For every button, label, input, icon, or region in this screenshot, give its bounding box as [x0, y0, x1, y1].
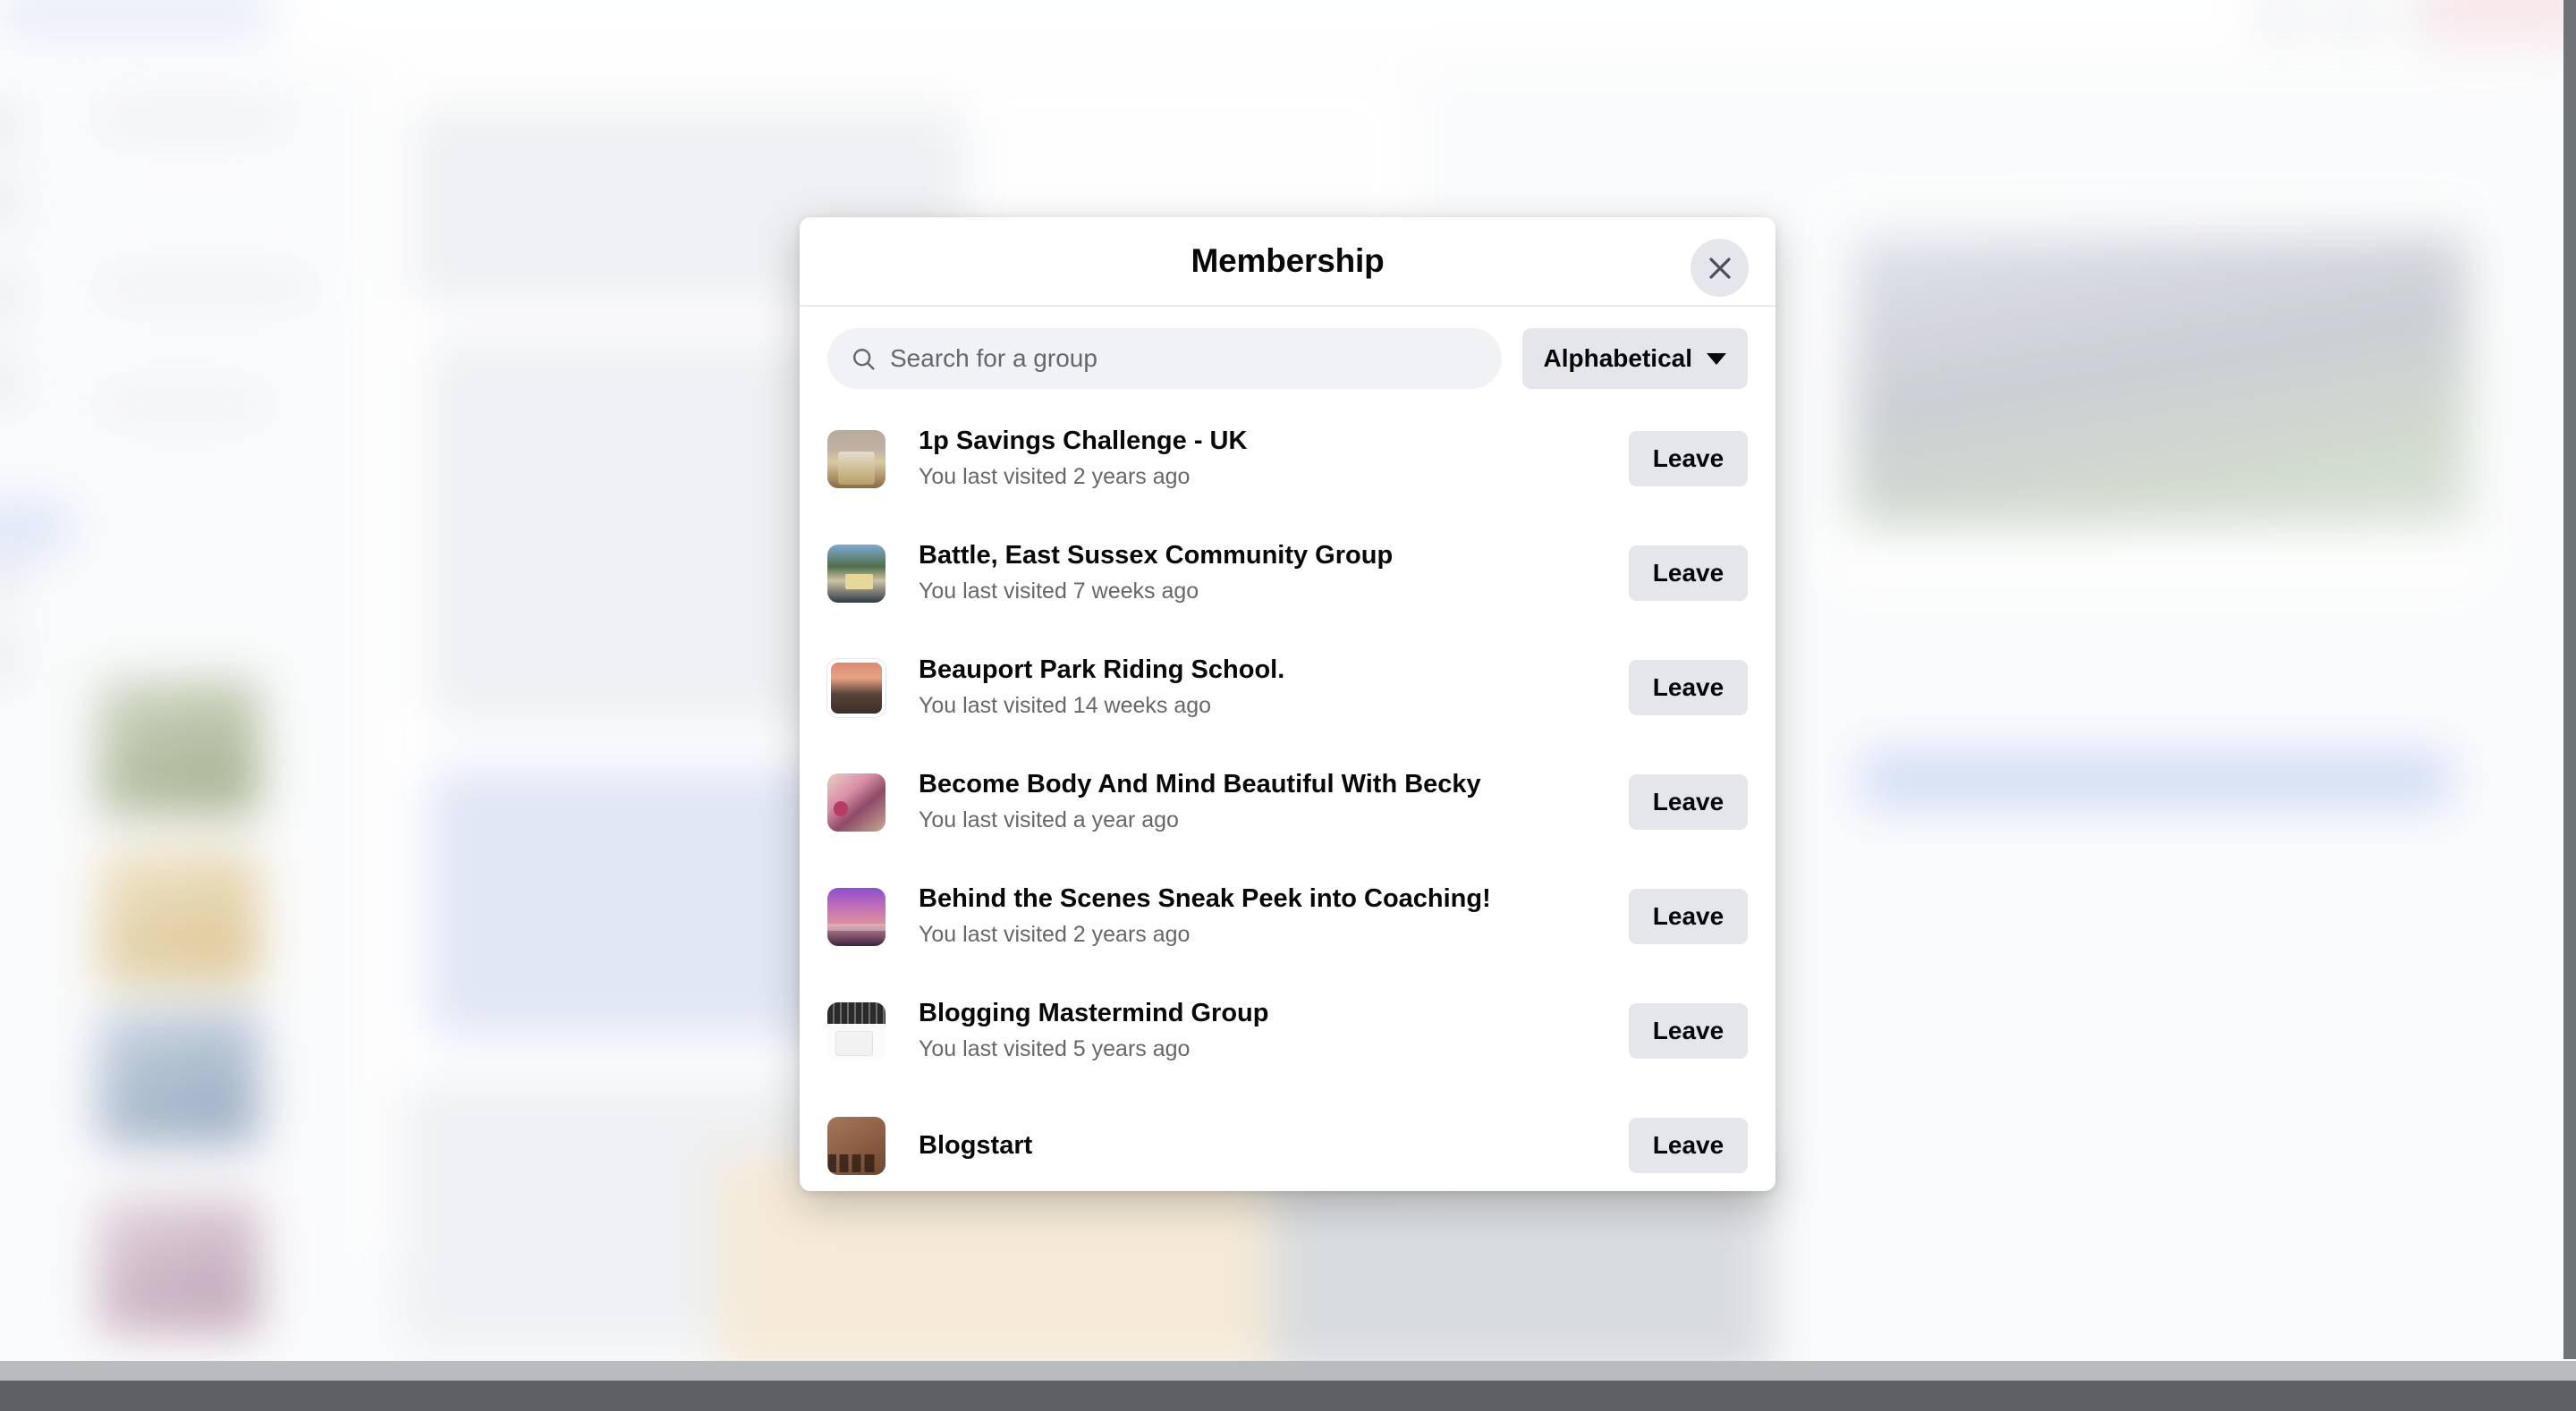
sort-dropdown-button[interactable]: Alphabetical [1521, 328, 1748, 389]
bg-text-line [98, 393, 268, 415]
group-name: Become Body And Mind Beautiful With Beck… [919, 770, 1481, 799]
window-right-edge [2563, 0, 2576, 1359]
group-thumbnail [827, 429, 886, 488]
group-name: Blogging Mastermind Group [919, 999, 1269, 1028]
group-name: Blogstart [919, 1130, 1033, 1160]
last-visited-text: You last visited 2 years ago [919, 922, 1191, 948]
bg-search-field [0, 0, 277, 39]
group-row[interactable]: Battle, East Sussex Community Group You l… [827, 516, 1748, 630]
leave-button[interactable]: Leave [1629, 1003, 1748, 1059]
group-row[interactable]: Beauport Park Riding School. You last vis… [827, 630, 1748, 745]
bg-thumbnail [98, 1010, 259, 1145]
window-bottom-chrome-light [0, 1361, 2576, 1381]
group-thumbnail [827, 658, 886, 717]
chevron-down-icon [1707, 352, 1726, 365]
page-title: Membership [1191, 242, 1385, 279]
last-visited-text: You last visited 2 years ago [919, 464, 1191, 490]
bg-sidebar-icon [0, 358, 21, 406]
bg-sidebar-icon [0, 635, 21, 683]
group-row-text: Battle, East Sussex Community Group You l… [919, 540, 1629, 605]
bg-right-card-image [1852, 232, 2469, 528]
membership-dialog: Membership Alphabetical 1p Savings Chall [800, 217, 1775, 1191]
window-bottom-chrome [0, 1381, 2576, 1411]
group-thumbnail [827, 773, 886, 832]
last-visited-text: You last visited 7 weeks ago [919, 579, 1199, 604]
leave-button[interactable]: Leave [1629, 889, 1748, 944]
dialog-toolbar: Alphabetical [800, 307, 1775, 401]
group-row-text: 1p Savings Challenge - UK You last visite… [919, 426, 1629, 491]
close-button[interactable] [1690, 239, 1749, 297]
bg-text-line [98, 107, 286, 131]
bg-thumbnail [98, 849, 259, 984]
group-row-text: Beauport Park Riding School. You last vis… [919, 655, 1629, 720]
bg-active-nav-item [0, 501, 72, 554]
group-row-text: Behind the Scenes Sneak Peek into Coachi… [919, 883, 1629, 949]
last-visited-text: You last visited 14 weeks ago [919, 693, 1212, 719]
group-row[interactable]: Blogstart Leave [827, 1088, 1748, 1191]
last-visited-text: You last visited 5 years ago [919, 1036, 1191, 1062]
bg-thumbnail [98, 680, 259, 814]
bg-sidebar-icon [0, 103, 21, 151]
group-name: Battle, East Sussex Community Group [919, 541, 1394, 570]
bg-thumbnail [98, 1198, 259, 1332]
search-input[interactable] [890, 344, 1479, 373]
bg-sidebar-icon [0, 554, 21, 603]
bg-text-line [98, 277, 313, 299]
dialog-header: Membership [800, 217, 1775, 307]
group-name: 1p Savings Challenge - UK [919, 427, 1248, 456]
bg-sidebar-icon [0, 179, 21, 227]
group-row-text: Blogstart [919, 1130, 1629, 1162]
leave-button[interactable]: Leave [1629, 431, 1748, 486]
group-thumbnail [827, 1116, 886, 1175]
group-row[interactable]: 1p Savings Challenge - UK You last visite… [827, 401, 1748, 516]
last-visited-text: You last visited a year ago [919, 807, 1179, 833]
group-list[interactable]: 1p Savings Challenge - UK You last visite… [800, 401, 1775, 1191]
leave-button[interactable]: Leave [1629, 545, 1748, 601]
group-name: Beauport Park Riding School. [919, 655, 1285, 685]
group-thumbnail [827, 1001, 886, 1060]
group-name: Behind the Scenes Sneak Peek into Coachi… [919, 884, 1491, 914]
sort-dropdown-label: Alphabetical [1543, 344, 1692, 372]
search-box[interactable] [827, 328, 1502, 389]
group-row-text: Become Body And Mind Beautiful With Beck… [919, 769, 1629, 834]
leave-button[interactable]: Leave [1629, 1118, 1748, 1173]
close-icon [1707, 255, 1733, 282]
group-thumbnail [827, 544, 886, 603]
group-row[interactable]: Behind the Scenes Sneak Peek into Coachi… [827, 859, 1748, 974]
group-thumbnail [827, 887, 886, 946]
search-icon [851, 346, 877, 372]
group-row[interactable]: Blogging Mastermind Group You last visite… [827, 974, 1748, 1088]
group-row[interactable]: Become Body And Mind Beautiful With Beck… [827, 745, 1748, 859]
bg-sidebar-icon [0, 273, 21, 321]
leave-button[interactable]: Leave [1629, 774, 1748, 830]
group-row-text: Blogging Mastermind Group You last visite… [919, 998, 1629, 1063]
bg-top-right-accent [2433, 0, 2576, 45]
leave-button[interactable]: Leave [1629, 660, 1748, 715]
bg-top-navigation-bar [0, 0, 2540, 58]
bg-right-action-button [1860, 751, 2451, 808]
